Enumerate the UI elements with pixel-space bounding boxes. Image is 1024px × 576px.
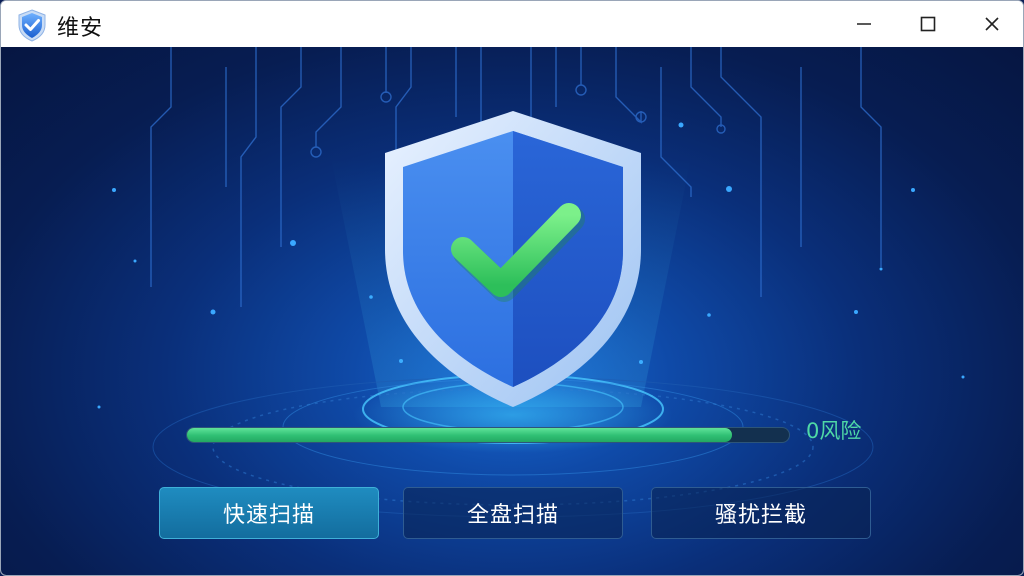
minimize-icon xyxy=(857,23,871,25)
quick-scan-button[interactable]: 快速扫描 xyxy=(159,487,379,539)
app-window: 维安 0风险 快速扫描 全盘扫描 骚扰拦截 xyxy=(0,0,1024,576)
scan-progress-bar xyxy=(186,427,790,443)
close-button[interactable] xyxy=(961,1,1023,47)
full-scan-button[interactable]: 全盘扫描 xyxy=(403,487,623,539)
minimize-button[interactable] xyxy=(833,1,895,47)
app-title: 维安 xyxy=(57,16,104,41)
scan-progress-fill xyxy=(187,428,732,442)
maximize-button[interactable] xyxy=(897,1,959,47)
shield-check-icon xyxy=(18,9,46,42)
harassment-block-button[interactable]: 骚扰拦截 xyxy=(651,487,871,539)
risk-status-label: 0风险 xyxy=(806,419,862,443)
shield-check-icon xyxy=(385,111,641,407)
maximize-icon xyxy=(920,16,936,32)
title-bar[interactable]: 维安 xyxy=(1,1,1023,47)
close-icon xyxy=(985,17,999,31)
main-panel: 0风险 快速扫描 全盘扫描 骚扰拦截 xyxy=(1,47,1023,575)
